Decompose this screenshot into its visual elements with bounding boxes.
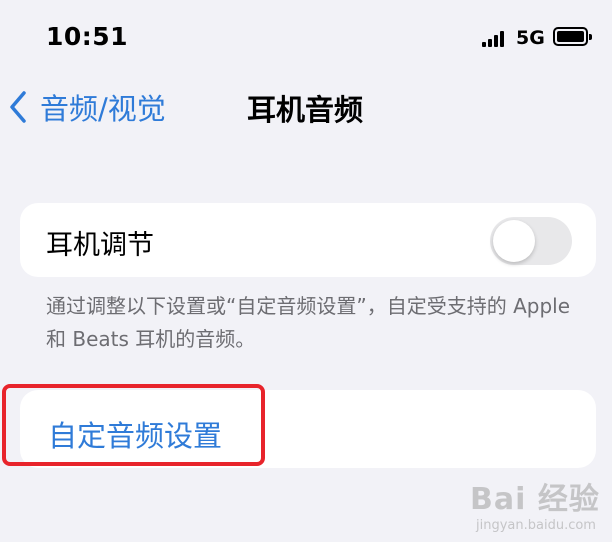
page-title: 耳机音频 — [247, 93, 364, 127]
headphone-accommodations-label: 耳机调节 — [46, 230, 154, 261]
headphone-accommodations-toggle[interactable] — [490, 217, 572, 265]
cellular-signal-icon — [482, 31, 504, 47]
watermark: Bai 经验 jingyan.baidu.com — [470, 474, 600, 533]
watermark-url: jingyan.baidu.com — [476, 518, 596, 533]
back-button[interactable]: 音频/视觉 — [8, 86, 166, 128]
toggle-knob — [493, 220, 535, 262]
chevron-left-icon — [10, 91, 26, 123]
headphone-accommodations-row: 耳机调节 — [20, 203, 596, 277]
navigation-bar: 音频/视觉 耳机音频 — [0, 80, 612, 136]
watermark-logo-text: Bai 经验 — [470, 482, 600, 517]
status-bar: 10:51 5G — [0, 0, 612, 72]
settings-description: 通过调整以下设置或“自定音频设置”，自定受支持的 Apple 和 Beats 耳… — [46, 294, 571, 351]
highlight-annotation — [2, 384, 265, 466]
network-type: 5G — [516, 27, 545, 49]
back-button-label: 音频/视觉 — [40, 92, 166, 126]
status-time: 10:51 — [46, 22, 129, 51]
battery-icon — [553, 27, 592, 46]
